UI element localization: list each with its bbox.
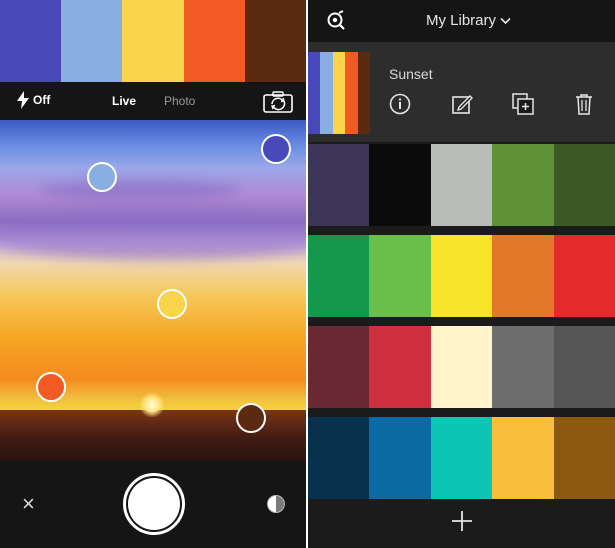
palette-swatch[interactable] xyxy=(308,417,370,499)
palette-swatch[interactable] xyxy=(492,326,554,408)
color-sample-point[interactable] xyxy=(157,289,187,319)
thumbnail-swatch xyxy=(357,52,371,134)
palette-swatch[interactable] xyxy=(430,144,493,226)
thumbnail-swatch xyxy=(332,52,346,134)
copy-icon[interactable] xyxy=(511,92,535,116)
color-sample-point[interactable] xyxy=(87,162,117,192)
sky-cloud xyxy=(0,210,306,260)
thumbnail-swatch xyxy=(345,52,358,134)
palette-swatch[interactable] xyxy=(492,417,554,499)
info-icon[interactable] xyxy=(388,92,412,116)
close-icon[interactable]: × xyxy=(22,493,35,515)
chevron-down-icon xyxy=(500,17,511,24)
palette-row[interactable] xyxy=(308,417,615,499)
palette-swatch[interactable] xyxy=(430,235,493,317)
palette-swatch[interactable] xyxy=(308,235,370,317)
palette-swatch[interactable] xyxy=(492,144,554,226)
palette-swatch[interactable] xyxy=(492,235,554,317)
filter-icon[interactable] xyxy=(267,495,285,513)
captured-palette xyxy=(0,0,306,82)
palette-swatch[interactable] xyxy=(308,144,370,226)
mode-live-tab[interactable]: Live xyxy=(112,94,136,108)
mode-photo-tab[interactable]: Photo xyxy=(164,94,195,108)
library-header: My Library xyxy=(308,0,615,42)
library-title: My Library xyxy=(426,12,497,29)
palette-swatch[interactable] xyxy=(553,326,615,408)
selected-theme-thumbnail[interactable] xyxy=(308,52,371,134)
palette-swatch[interactable] xyxy=(369,144,431,226)
palette-swatch[interactable] xyxy=(369,235,431,317)
shutter-button-core[interactable] xyxy=(128,478,180,530)
palette-row[interactable] xyxy=(308,326,615,408)
libraries-icon[interactable] xyxy=(326,10,346,30)
flash-toggle[interactable]: Off xyxy=(17,91,50,109)
palette-swatch[interactable] xyxy=(430,326,493,408)
captured-swatch-3[interactable] xyxy=(122,0,184,82)
library-panel: My Library Sunset xyxy=(308,0,615,548)
palette-swatch[interactable] xyxy=(553,144,615,226)
palette-row[interactable] xyxy=(308,235,615,317)
palette-swatch[interactable] xyxy=(553,417,615,499)
switch-camera-icon[interactable] xyxy=(263,91,293,113)
color-sample-point[interactable] xyxy=(236,403,266,433)
palette-swatch[interactable] xyxy=(430,417,493,499)
capture-panel: Off Live Photo × xyxy=(0,0,306,548)
captured-swatch-4[interactable] xyxy=(183,0,245,82)
thumbnail-swatch xyxy=(308,52,321,134)
captured-swatch-5[interactable] xyxy=(244,0,306,82)
palette-swatch[interactable] xyxy=(308,326,370,408)
thumbnail-swatch xyxy=(320,52,333,134)
palette-swatch[interactable] xyxy=(369,417,431,499)
camera-toolbar: Off Live Photo xyxy=(0,82,306,120)
flash-label: Off xyxy=(33,93,51,107)
captured-swatch-1[interactable] xyxy=(0,0,62,82)
palette-swatch[interactable] xyxy=(553,235,615,317)
color-sample-point[interactable] xyxy=(261,134,291,164)
add-theme-button[interactable] xyxy=(451,510,473,532)
flash-icon xyxy=(17,91,29,109)
camera-viewfinder[interactable] xyxy=(0,120,306,461)
library-selector[interactable]: My Library xyxy=(426,12,511,29)
edit-icon[interactable] xyxy=(450,92,474,116)
sun-glow xyxy=(139,392,165,418)
captured-swatch-2[interactable] xyxy=(61,0,123,82)
theme-name: Sunset xyxy=(389,66,433,82)
sky-cloud xyxy=(40,180,240,200)
palette-swatch[interactable] xyxy=(369,326,431,408)
delete-icon[interactable] xyxy=(572,92,596,116)
color-sample-point[interactable] xyxy=(36,372,66,402)
palette-row[interactable] xyxy=(308,144,615,226)
